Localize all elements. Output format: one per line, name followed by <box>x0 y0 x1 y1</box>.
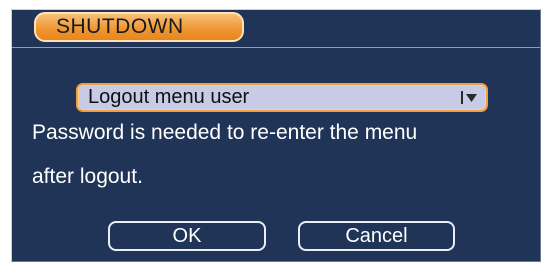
shutdown-mode-select[interactable]: Logout menu user <box>76 83 488 112</box>
chevron-down-icon[interactable] <box>460 89 480 106</box>
shutdown-mode-value: Logout menu user <box>88 86 250 108</box>
dialog-title: SHUTDOWN <box>34 12 244 42</box>
cancel-button[interactable]: Cancel <box>298 221 455 251</box>
info-message-line-1: Password is needed to re-enter the menu <box>32 121 418 144</box>
info-message-line-2: after logout. <box>32 165 143 188</box>
ok-button[interactable]: OK <box>108 221 266 251</box>
shutdown-dialog: SHUTDOWN Logout menu user Password is ne… <box>11 9 541 262</box>
title-divider <box>12 47 540 48</box>
